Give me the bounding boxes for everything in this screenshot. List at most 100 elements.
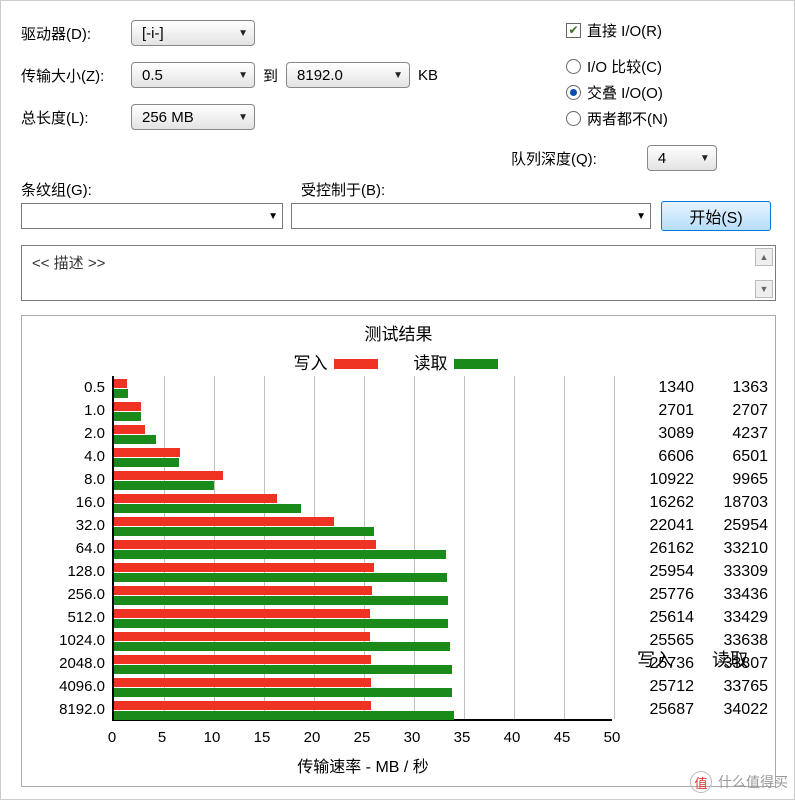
transfer-label: 传输大小(Z): — [1, 65, 131, 86]
bound-label: 受控制于(B): — [301, 179, 385, 200]
bar-read — [114, 504, 301, 513]
data-write: 22041 — [636, 517, 694, 535]
y-tick: 8192.0 — [25, 701, 105, 718]
bar-read — [114, 642, 450, 651]
transfer-to-select[interactable]: 8192.0 ▼ — [286, 62, 410, 88]
legend-write-swatch — [334, 359, 378, 369]
chevron-down-icon: ▼ — [268, 211, 278, 222]
description-text: << 描述 >> — [22, 246, 775, 279]
data-read: 18703 — [710, 494, 768, 512]
x-tick: 25 — [354, 729, 371, 746]
x-tick: 20 — [304, 729, 321, 746]
bar-read — [114, 389, 128, 398]
bar-write — [114, 678, 371, 687]
y-tick: 4.0 — [25, 448, 105, 465]
data-read: 9965 — [710, 471, 768, 489]
data-read: 4237 — [710, 425, 768, 443]
length-label: 总长度(L): — [1, 107, 131, 128]
stripe-label: 条纹组(G): — [21, 179, 92, 200]
x-tick: 45 — [554, 729, 571, 746]
y-tick: 4096.0 — [25, 678, 105, 695]
bar-write — [114, 701, 371, 710]
x-tick: 5 — [158, 729, 166, 746]
transfer-from-select[interactable]: 0.5 ▼ — [131, 62, 255, 88]
transfer-from-value: 0.5 — [142, 67, 163, 84]
bar-write — [114, 609, 370, 618]
direct-io-checkbox[interactable]: 直接 I/O(R) — [566, 17, 668, 43]
data-write: 16262 — [636, 494, 694, 512]
scroll-down-icon[interactable]: ▼ — [755, 280, 773, 298]
bar-write — [114, 402, 141, 411]
y-tick: 0.5 — [25, 379, 105, 396]
neither-label: 两者都不(N) — [587, 108, 668, 129]
bar-read — [114, 458, 179, 467]
y-tick: 1024.0 — [25, 632, 105, 649]
description-box[interactable]: << 描述 >> ▲ ▼ — [21, 245, 776, 301]
x-tick: 15 — [254, 729, 271, 746]
bar-read — [114, 412, 141, 421]
io-compare-label: I/O 比较(C) — [587, 56, 662, 77]
chevron-down-icon: ▼ — [238, 112, 248, 123]
bar-read — [114, 527, 374, 536]
x-tick: 50 — [604, 729, 621, 746]
bar-write — [114, 379, 127, 388]
bar-write — [114, 517, 334, 526]
data-write: 25712 — [636, 678, 694, 696]
gridline — [564, 376, 565, 719]
bar-write — [114, 655, 371, 664]
data-write: 25954 — [636, 563, 694, 581]
scroll-up-icon[interactable]: ▲ — [755, 248, 773, 266]
y-tick: 16.0 — [25, 494, 105, 511]
x-axis-label: 传输速率 - MB / 秒 — [114, 753, 612, 777]
bar-read — [114, 619, 448, 628]
chart-legend: 写入 读取 — [22, 345, 775, 376]
stripe-combo[interactable]: ▼ — [21, 203, 283, 229]
data-read: 2707 — [710, 402, 768, 420]
length-select[interactable]: 256 MB ▼ — [131, 104, 255, 130]
bar-write — [114, 632, 370, 641]
start-button[interactable]: 开始(S) — [661, 201, 771, 231]
watermark-badge-icon: 值 — [690, 771, 712, 793]
bar-read — [114, 573, 447, 582]
watermark-text: 什么值得买 — [718, 772, 788, 792]
y-tick: 2.0 — [25, 425, 105, 442]
transfer-to-label: 到 — [255, 65, 286, 86]
bar-write — [114, 563, 374, 572]
kb-label: KB — [410, 67, 438, 84]
bar-read — [114, 550, 446, 559]
data-write: 25614 — [636, 609, 694, 627]
start-label: 开始(S) — [689, 204, 742, 228]
data-read: 1363 — [710, 379, 768, 397]
drive-select[interactable]: [-i-] ▼ — [131, 20, 255, 46]
neither-radio[interactable]: 两者都不(N) — [566, 105, 668, 131]
data-read: 33210 — [710, 540, 768, 558]
chevron-down-icon: ▼ — [393, 70, 403, 81]
data-write: 3089 — [636, 425, 694, 443]
chevron-down-icon: ▼ — [238, 28, 248, 39]
x-tick: 0 — [108, 729, 116, 746]
legend-read-swatch — [454, 359, 498, 369]
bar-read — [114, 435, 156, 444]
data-write: 26162 — [636, 540, 694, 558]
radio-icon — [566, 111, 581, 126]
queue-depth-label: 队列深度(Q): — [511, 148, 597, 169]
chart-plot: 传输速率 - MB / 秒 — [112, 376, 612, 721]
data-read: 33638 — [710, 632, 768, 650]
bar-read — [114, 481, 214, 490]
overlap-io-radio[interactable]: 交叠 I/O(O) — [566, 79, 668, 105]
data-read: 33765 — [710, 678, 768, 696]
data-read: 33309 — [710, 563, 768, 581]
bar-read — [114, 711, 454, 720]
data-read: 33807 — [710, 655, 768, 673]
gridline — [514, 376, 515, 719]
chevron-down-icon: ▼ — [700, 153, 710, 164]
data-read: 25954 — [710, 517, 768, 535]
bound-combo[interactable]: ▼ — [291, 203, 651, 229]
chart-panel: 测试结果 写入 读取 传输速率 - MB / 秒 写入 读取 051015202… — [21, 315, 776, 787]
y-tick: 32.0 — [25, 517, 105, 534]
queue-depth-select[interactable]: 4 ▼ — [647, 145, 717, 171]
data-write: 25687 — [636, 701, 694, 719]
drive-label: 驱动器(D): — [1, 23, 131, 44]
data-write: 2701 — [636, 402, 694, 420]
io-compare-radio[interactable]: I/O 比较(C) — [566, 53, 668, 79]
